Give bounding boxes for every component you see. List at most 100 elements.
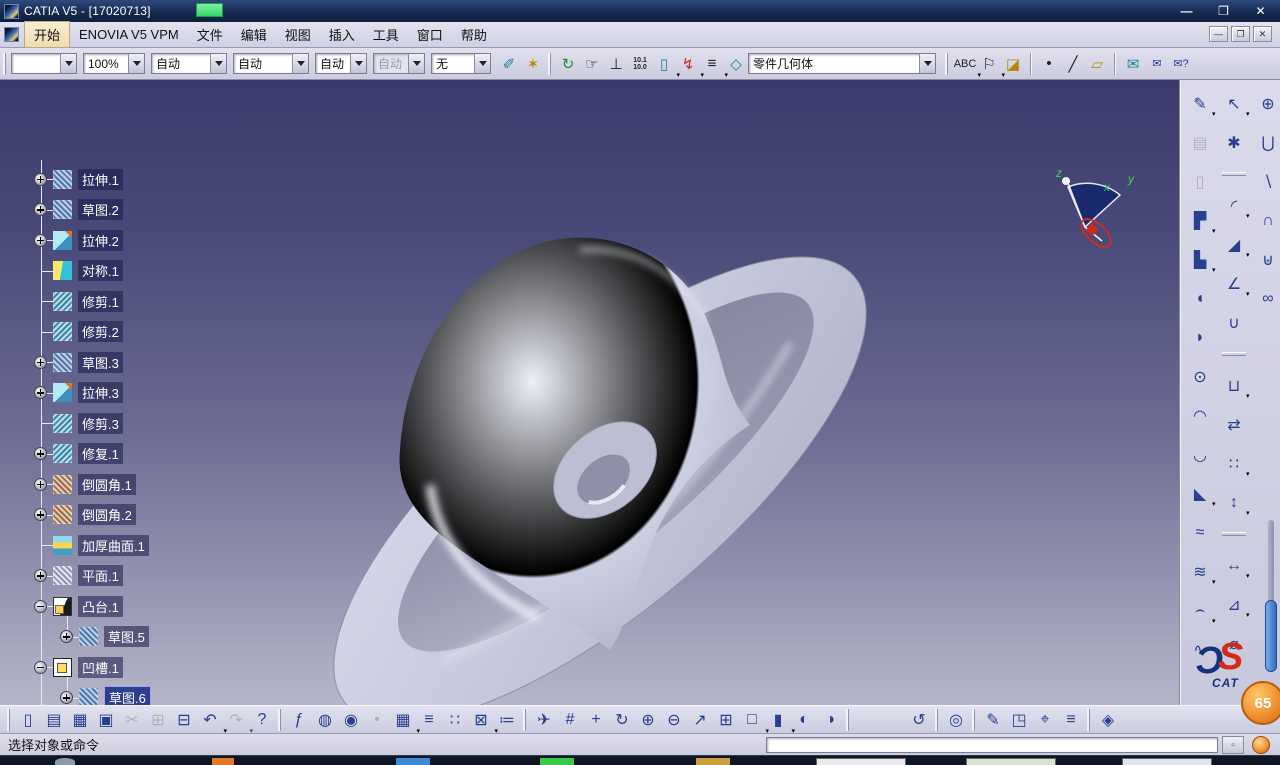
- tree-item-label[interactable]: 修剪.3: [78, 413, 123, 434]
- toolbar-grip[interactable]: [1222, 172, 1246, 176]
- undo-icon[interactable]: ↶: [197, 708, 223, 732]
- menu-enovia[interactable]: ENOVIA V5 VPM: [70, 24, 188, 45]
- shading-mode-icon[interactable]: ▮: [765, 708, 791, 732]
- tree-item-thicksurface1[interactable]: 加厚曲面.1: [30, 530, 280, 561]
- shaft-icon[interactable]: ◖: [1189, 287, 1212, 310]
- stiffener-icon[interactable]: ◣: [1189, 482, 1212, 505]
- zoom-combo[interactable]: 100%: [83, 53, 145, 74]
- minimize-button[interactable]: —: [1173, 2, 1200, 19]
- tree-item-extrude2[interactable]: 拉伸.2: [30, 225, 280, 256]
- fly-mode-icon[interactable]: ✈: [531, 708, 557, 732]
- fit-all-icon[interactable]: #: [557, 708, 583, 732]
- collapse-minus-icon[interactable]: [34, 600, 47, 613]
- camera-icon[interactable]: ◎: [943, 708, 969, 732]
- toolbar-grip[interactable]: [1222, 532, 1246, 536]
- union-trim-icon[interactable]: ⊎: [1257, 248, 1280, 271]
- manipulation-icon[interactable]: ☞: [580, 52, 604, 76]
- close-button[interactable]: ✕: [1247, 2, 1274, 19]
- plane-tool-icon[interactable]: ▱: [1085, 52, 1109, 76]
- tree-item-label[interactable]: 草图.6: [104, 686, 151, 705]
- pad-icon[interactable]: [53, 597, 72, 616]
- assemble-icon[interactable]: ⊕: [1257, 92, 1280, 115]
- pan-icon[interactable]: +: [583, 708, 609, 732]
- expand-plus-icon[interactable]: [34, 203, 47, 216]
- chevron-down-icon[interactable]: [60, 54, 76, 73]
- notification-badge[interactable]: 65: [1241, 681, 1280, 725]
- expand-plus-icon[interactable]: [34, 386, 47, 399]
- expand-plus-icon[interactable]: [34, 173, 47, 186]
- tree-item-symmetry1[interactable]: 对称.1: [30, 256, 280, 287]
- whats-this-icon[interactable]: ?: [249, 708, 275, 732]
- constraint-violation-icon[interactable]: ↯: [676, 52, 700, 76]
- open-icon[interactable]: ▤: [41, 708, 67, 732]
- chevron-down-icon[interactable]: [350, 54, 366, 73]
- taskbar-item[interactable]: [396, 758, 430, 765]
- extrude-feature-icon[interactable]: [53, 231, 72, 250]
- pocket-tool-icon[interactable]: ▙: [1189, 248, 1212, 271]
- tree-item-extrude3[interactable]: 拉伸.3: [30, 378, 280, 409]
- menu-start[interactable]: 开始: [24, 21, 70, 48]
- rotate-icon[interactable]: ↻: [609, 708, 635, 732]
- zoom-in-icon[interactable]: ⊕: [635, 708, 661, 732]
- toolbar-grip[interactable]: [846, 709, 851, 731]
- extrude-feature-icon[interactable]: [53, 170, 72, 189]
- edge-fillet-tool-icon[interactable]: ◜: [1223, 194, 1246, 217]
- intersect-icon[interactable]: ∩: [1257, 209, 1280, 232]
- menu-help[interactable]: 帮助: [452, 22, 496, 47]
- toolbar-grip[interactable]: [7, 709, 12, 731]
- taskbar-item[interactable]: [1122, 758, 1212, 765]
- tree-item-label[interactable]: 凸台.1: [78, 596, 123, 617]
- mail-icon[interactable]: ✉: [1121, 52, 1145, 76]
- expand-plus-icon[interactable]: [34, 569, 47, 582]
- chamfer-tool-icon[interactable]: ◢: [1223, 233, 1246, 256]
- draft-angle-icon[interactable]: ∠: [1223, 272, 1246, 295]
- new-document-icon[interactable]: ▯: [15, 708, 41, 732]
- tree-item-plane1[interactable]: 平面.1: [30, 561, 280, 592]
- knowledge-inspector-icon[interactable]: ◉: [338, 708, 364, 732]
- target-icon[interactable]: ⌖: [1032, 708, 1058, 732]
- list-icon[interactable]: ≡: [700, 52, 724, 76]
- layers-icon[interactable]: ≡: [1058, 708, 1084, 732]
- toolbar-grip[interactable]: [548, 53, 553, 75]
- tree-item-label[interactable]: 倒圆角.2: [78, 504, 136, 525]
- mail-group-icon[interactable]: ✉: [1145, 52, 1169, 76]
- chevron-down-icon[interactable]: [128, 54, 144, 73]
- trim-icon[interactable]: [53, 292, 72, 311]
- line-icon[interactable]: ╱: [1061, 52, 1085, 76]
- normal-view-icon[interactable]: ↗: [687, 708, 713, 732]
- toolbar-grip[interactable]: [278, 709, 283, 731]
- graphic-properties-painter-icon[interactable]: ✐: [497, 52, 521, 76]
- update-icon[interactable]: ↻: [556, 52, 580, 76]
- parameters-list-icon[interactable]: ∷: [442, 708, 468, 732]
- menu-view[interactable]: 视图: [276, 22, 320, 47]
- mirror-icon[interactable]: ⇄: [1223, 413, 1246, 436]
- tree-item-pad1[interactable]: 凸台.1: [30, 591, 280, 622]
- trim-icon[interactable]: [53, 414, 72, 433]
- power-input-field[interactable]: [766, 737, 1218, 753]
- expand-plus-icon[interactable]: [60, 691, 73, 704]
- sketch-icon[interactable]: [79, 688, 98, 705]
- expand-plus-icon[interactable]: [34, 447, 47, 460]
- turntable-icon[interactable]: ↺: [906, 708, 932, 732]
- tree-item-label[interactable]: 草图.5: [104, 626, 149, 647]
- tree-item-label[interactable]: 倒圆角.1: [78, 474, 136, 495]
- taskbar-item[interactable]: [55, 758, 75, 765]
- compass[interactable]: z x y: [1040, 165, 1150, 250]
- taskbar-item[interactable]: [966, 758, 1056, 765]
- trim-icon[interactable]: [53, 322, 72, 341]
- mdi-close-button[interactable]: ✕: [1253, 26, 1272, 42]
- constraints-box-icon[interactable]: ▯: [652, 52, 676, 76]
- chevron-down-icon[interactable]: [210, 54, 226, 73]
- iso-view-icon[interactable]: □: [739, 708, 765, 732]
- mdi-restore-button[interactable]: ❐: [1231, 26, 1250, 42]
- edge-fillet-icon[interactable]: [53, 505, 72, 524]
- chevron-down-icon[interactable]: [474, 54, 490, 73]
- multi-section-solid-icon[interactable]: ≈: [1189, 521, 1212, 544]
- toolbar-grip[interactable]: [945, 53, 950, 75]
- maximize-button[interactable]: ❐: [1210, 2, 1237, 19]
- 3d-annotation-icon[interactable]: ◪: [1001, 52, 1025, 76]
- wizard-icon[interactable]: ✶: [521, 52, 545, 76]
- mean-dimensions-icon[interactable]: 10.1 10.0: [628, 52, 652, 76]
- thickness-icon[interactable]: ⊔: [1223, 374, 1246, 397]
- close-surface-icon[interactable]: ⌢: [1189, 599, 1212, 622]
